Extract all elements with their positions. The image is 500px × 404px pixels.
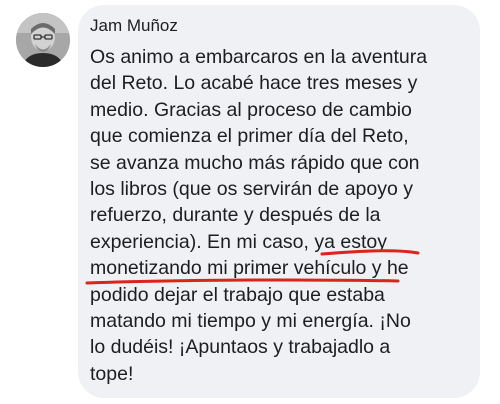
comment-line: que comienza el primer día del Reto, — [90, 125, 409, 148]
comment-line: lo dudéis! ¡Apuntaos y trabajadlo a — [90, 336, 391, 359]
profile-photo-icon — [16, 13, 70, 67]
comment-line: experiencia). En mi caso, ya estoy — [90, 230, 387, 253]
comment-line: se avanza mucho más rápido que con — [90, 151, 420, 174]
comment-bubble: Jam Muñoz Os animo a embarcaros en la av… — [78, 5, 480, 398]
comment-line: los libros (que os servirán de apoyo y — [90, 177, 413, 200]
comment-author[interactable]: Jam Muñoz — [90, 16, 178, 36]
comment-body: Os animo a embarcaros en la aventura del… — [90, 44, 475, 387]
comment-line: monetizando mi primer vehículo y he — [90, 257, 409, 280]
avatar[interactable] — [16, 13, 70, 67]
comment-container: Jam Muñoz Os animo a embarcaros en la av… — [0, 0, 500, 404]
comment-line: matando mi tiempo y mi energía. ¡No — [90, 309, 411, 332]
comment-line: Os animo a embarcaros en la aventura — [90, 46, 428, 68]
comment-line: del Reto. Lo acabé hace tres meses y — [90, 72, 418, 95]
comment-line: podido dejar el trabajo que estaba — [90, 283, 385, 306]
comment-line: refuerzo, durante y después de la — [90, 204, 381, 227]
comment-line: tope! — [90, 362, 134, 385]
comment-line: medio. Gracias al proceso de cambio — [90, 98, 412, 121]
